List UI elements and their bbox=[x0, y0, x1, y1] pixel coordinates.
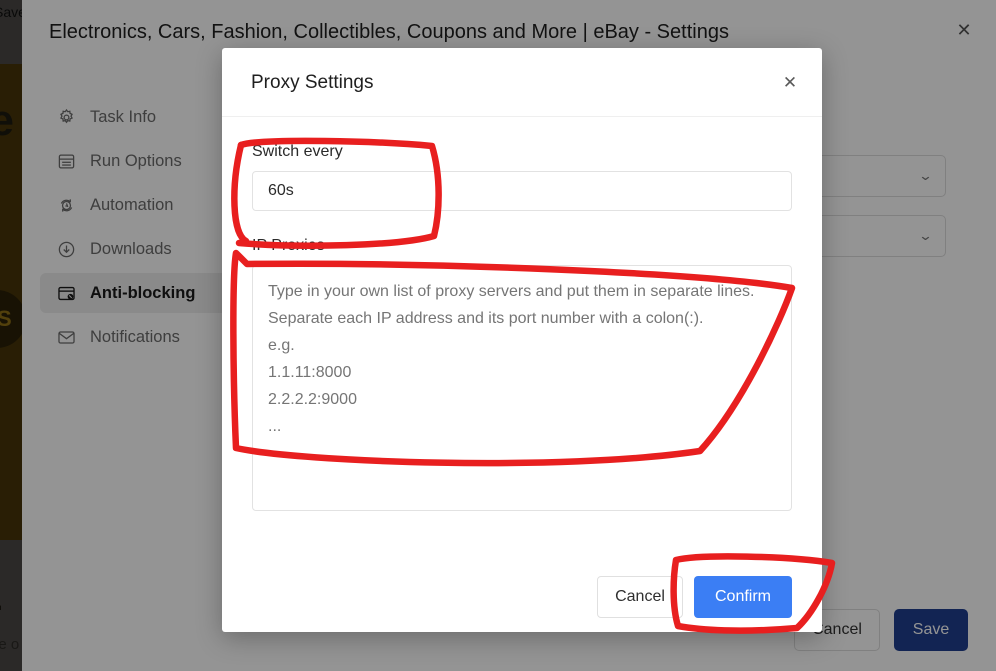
dialog-close-icon[interactable]: ✕ bbox=[776, 69, 804, 97]
dialog-body: Switch every IP Proxies bbox=[222, 117, 822, 516]
application-root: Save ke n iet S e. ne o Electronics, Car… bbox=[0, 0, 996, 671]
dialog-cancel-button[interactable]: Cancel bbox=[597, 576, 683, 618]
switch-every-input[interactable] bbox=[252, 171, 792, 211]
dialog-header: Proxy Settings ✕ bbox=[222, 48, 822, 117]
form-spacer bbox=[252, 211, 792, 237]
switch-every-label: Switch every bbox=[252, 143, 343, 160]
dialog-confirm-button[interactable]: Confirm bbox=[694, 576, 792, 618]
ip-proxies-textarea[interactable] bbox=[252, 265, 792, 511]
dialog-footer: Cancel Confirm bbox=[597, 576, 792, 618]
dialog-title: Proxy Settings bbox=[251, 72, 374, 93]
ip-proxies-label: IP Proxies bbox=[252, 237, 325, 254]
proxy-settings-dialog: Proxy Settings ✕ Switch every IP Proxies… bbox=[222, 48, 822, 632]
